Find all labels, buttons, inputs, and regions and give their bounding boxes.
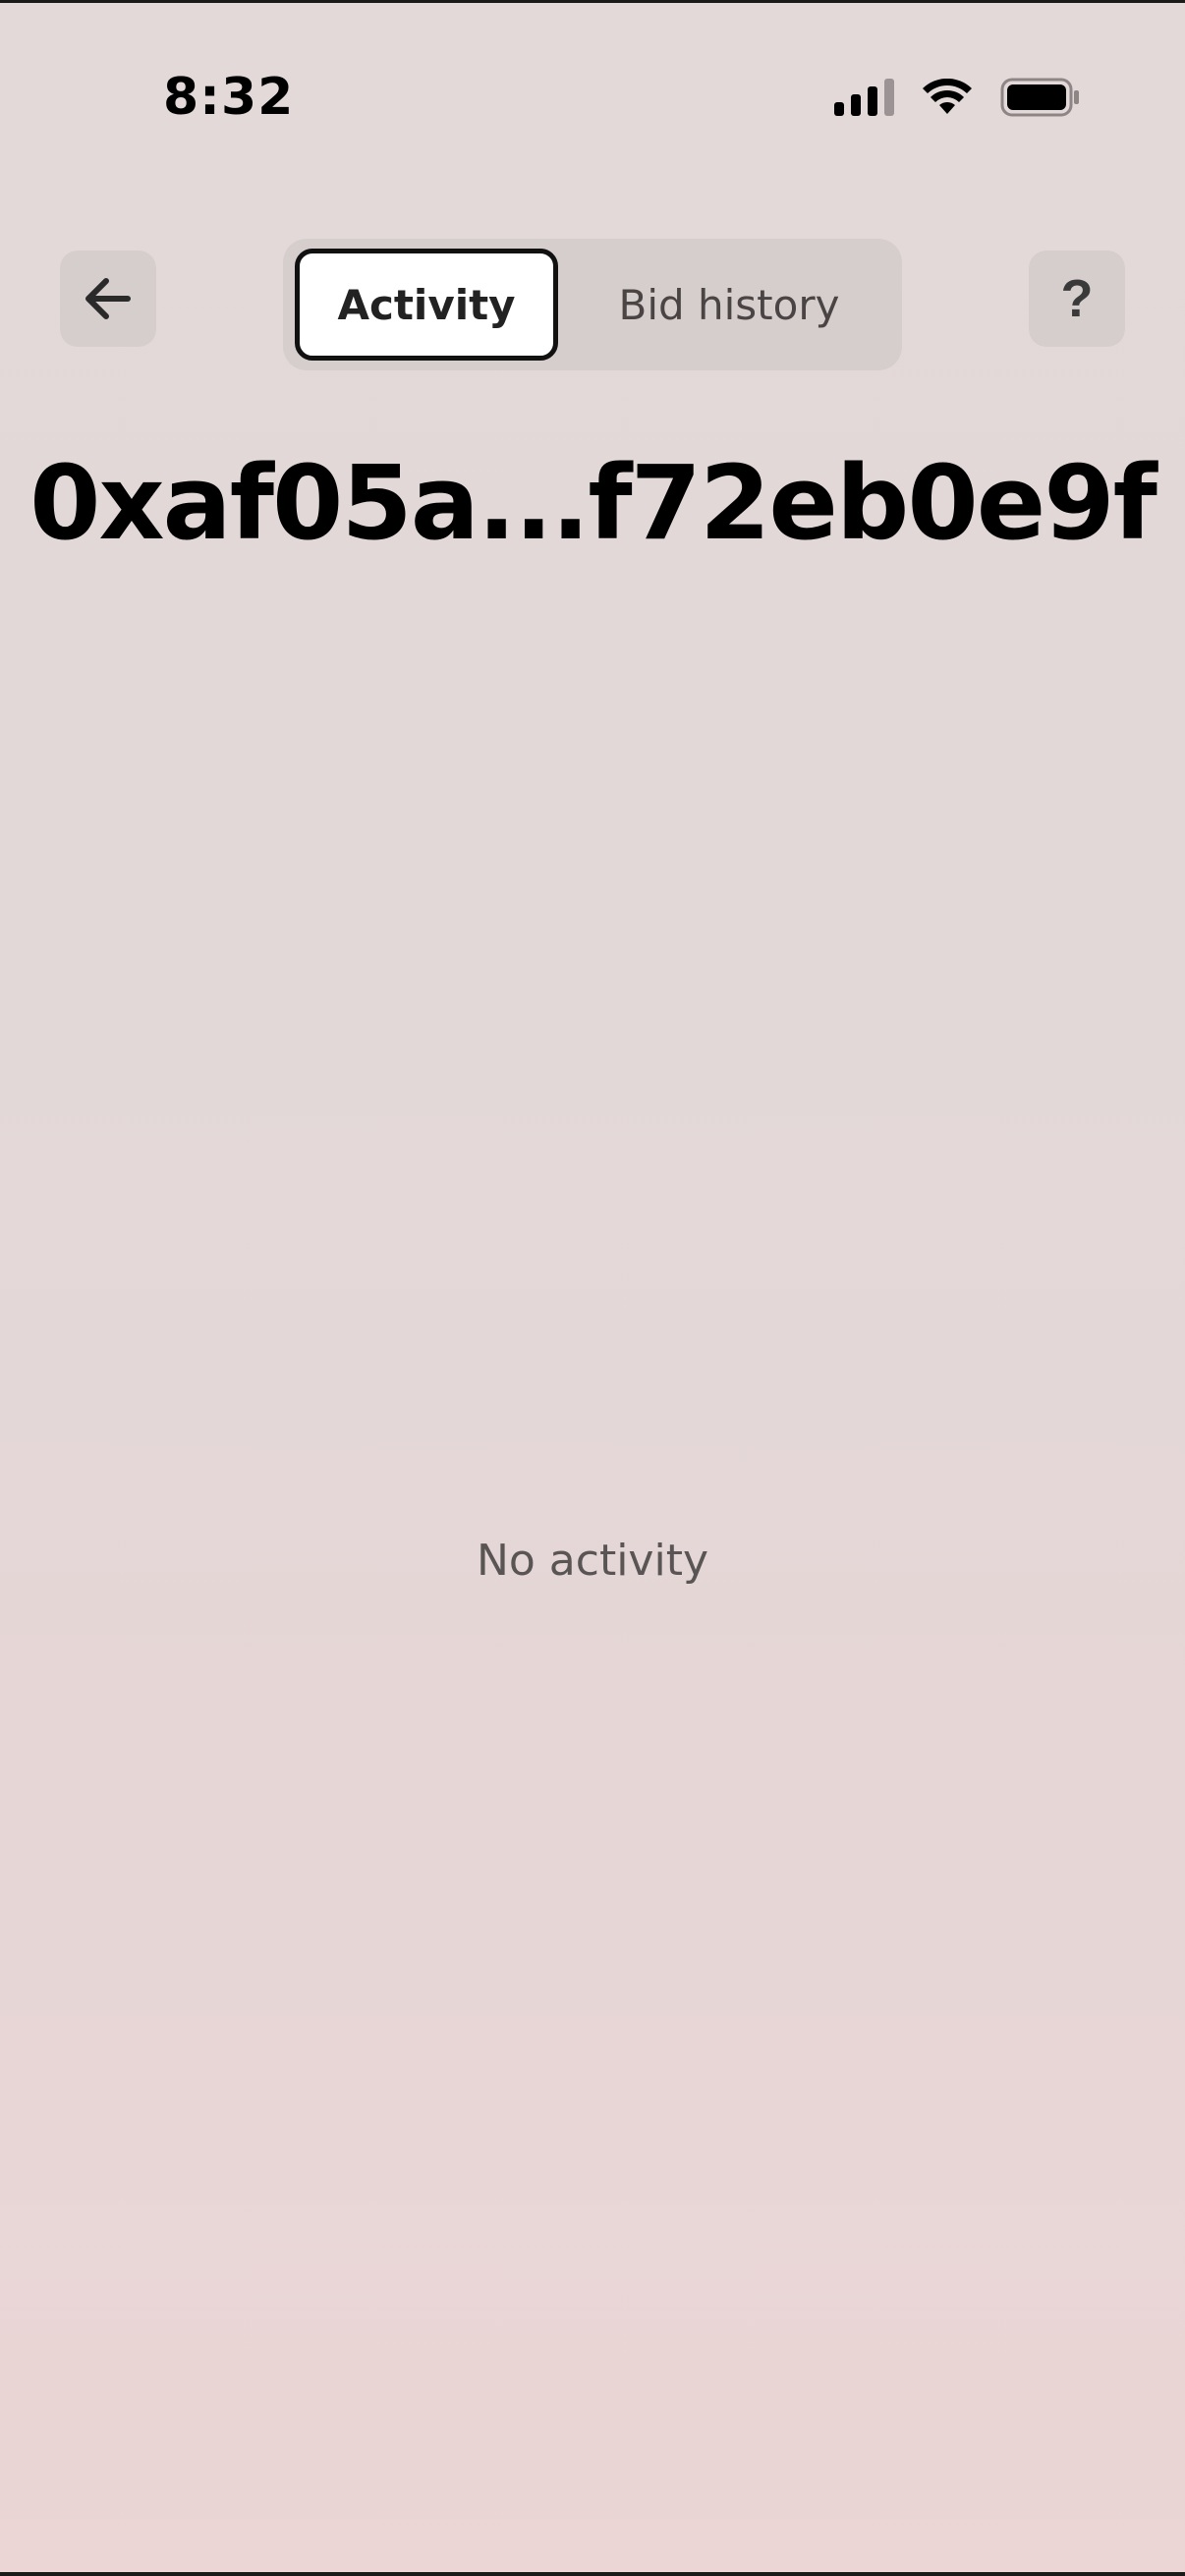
help-button[interactable]: ?: [1029, 251, 1125, 347]
back-button[interactable]: [60, 251, 156, 347]
wifi-icon: [922, 79, 973, 116]
tab-switcher: Activity Bid history: [283, 239, 902, 370]
page-title: 0xaf05a...f72eb0e9f: [29, 443, 1157, 563]
activity-screen: 8:32 Activity Bid history ? 0xaf05a...f7…: [0, 0, 1185, 2576]
arrow-left-icon: [85, 278, 131, 319]
tab-activity[interactable]: Activity: [295, 249, 558, 361]
empty-state-message: No activity: [476, 1536, 708, 1586]
signal-icon: [834, 79, 894, 116]
battery-icon: [1000, 78, 1081, 117]
bottom-border: [0, 2572, 1185, 2576]
status-time: 8:32: [163, 68, 295, 127]
tab-bid-history[interactable]: Bid history: [568, 249, 890, 361]
status-icons: [834, 78, 1081, 117]
question-mark-icon: ?: [1060, 269, 1094, 328]
